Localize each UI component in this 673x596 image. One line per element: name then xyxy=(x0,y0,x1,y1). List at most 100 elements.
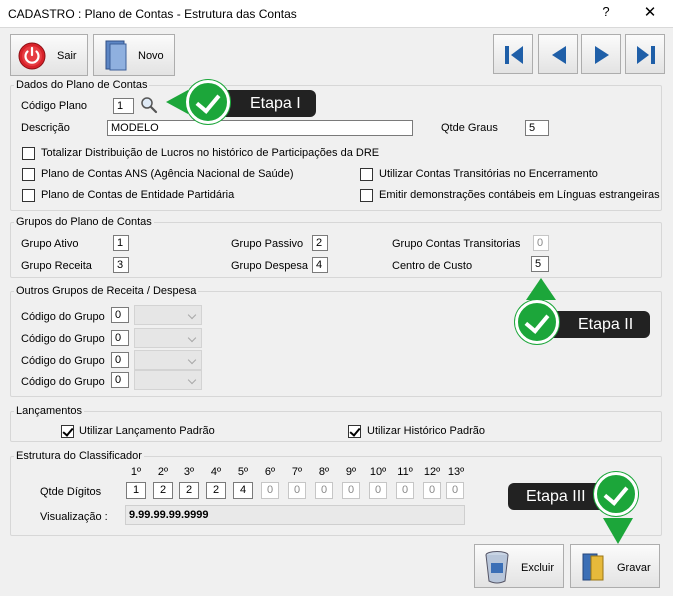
totalizar-checkbox[interactable] xyxy=(22,147,35,160)
grupo-passivo-input[interactable]: 2 xyxy=(312,235,328,251)
ordinal-label: 5º xyxy=(237,466,249,478)
search-icon[interactable] xyxy=(140,96,158,114)
ordinal-label: 1º xyxy=(130,466,142,478)
historico-padrao-checkbox[interactable] xyxy=(348,425,361,438)
grupo-select xyxy=(134,370,202,390)
ordinal-label: 4º xyxy=(210,466,222,478)
help-button[interactable]: ? xyxy=(596,4,616,24)
chevron-down-icon xyxy=(187,355,197,365)
contas-transitorias-label: Utilizar Contas Transitórias no Encerram… xyxy=(379,168,598,180)
chevron-down-icon xyxy=(187,333,197,343)
ans-checkbox[interactable] xyxy=(22,168,35,181)
visualizacao-display: 9.99.99.99.9999 xyxy=(125,505,465,525)
descricao-input[interactable]: MODELO xyxy=(107,120,413,136)
callout-arrow-icon xyxy=(166,90,188,114)
grupo-despesa-label: Grupo Despesa xyxy=(231,260,309,272)
lancamento-padrao-checkbox[interactable] xyxy=(61,425,74,438)
historico-padrao-label: Utilizar Histórico Padrão xyxy=(367,425,485,437)
ordinal-label: 13º xyxy=(447,466,465,478)
totalizar-label: Totalizar Distribuição de Lucros no hist… xyxy=(41,147,380,159)
last-record-button[interactable] xyxy=(625,34,665,74)
digit-input: 0 xyxy=(396,482,414,499)
entidade-partidaria-checkbox[interactable] xyxy=(22,189,35,202)
power-icon xyxy=(18,42,46,70)
codigo-grupo-input[interactable]: 0 xyxy=(111,330,129,346)
codigo-grupo-input[interactable]: 0 xyxy=(111,372,129,388)
check-icon xyxy=(186,80,230,124)
ordinal-label: 9º xyxy=(345,466,357,478)
grupo-despesa-input[interactable]: 4 xyxy=(312,257,328,273)
grupo-select xyxy=(134,305,202,325)
title-bar: CADASTRO : Plano de Contas - Estrutura d… xyxy=(0,0,673,28)
codigo-grupo-input[interactable]: 0 xyxy=(111,352,129,368)
new-document-icon xyxy=(105,40,127,71)
previous-icon xyxy=(552,46,566,64)
grupo-passivo-label: Grupo Passivo xyxy=(231,238,304,250)
digit-input: 0 xyxy=(288,482,306,499)
codigo-grupo-label: Código do Grupo xyxy=(21,376,105,388)
centro-custo-label: Centro de Custo xyxy=(392,260,473,272)
linguas-estrangeiras-label: Emitir demonstrações contábeis em Língua… xyxy=(379,189,660,201)
excluir-button[interactable]: Excluir xyxy=(474,544,564,588)
gravar-label: Gravar xyxy=(617,562,651,574)
grupo-select xyxy=(134,350,202,370)
lancamento-padrao-label: Utilizar Lançamento Padrão xyxy=(79,425,215,437)
close-button[interactable]: ✕ xyxy=(640,3,660,23)
grupo-ativo-input[interactable]: 1 xyxy=(113,235,129,251)
entidade-partidaria-label: Plano de Contas de Entidade Partidária xyxy=(41,189,235,201)
grupo-ativo-label: Grupo Ativo xyxy=(21,238,79,250)
estrutura-legend: Estrutura do Classificador xyxy=(14,450,144,462)
ordinal-label: 12º xyxy=(423,466,441,478)
lancamentos-legend: Lançamentos xyxy=(14,405,85,417)
grupos-group xyxy=(10,222,662,278)
digit-input: 0 xyxy=(342,482,360,499)
qtde-digitos-label: Qtde Dígitos xyxy=(40,486,102,498)
codigo-grupo-label: Código do Grupo xyxy=(21,333,105,345)
digit-input: 0 xyxy=(423,482,441,499)
window-title: CADASTRO : Plano de Contas - Estrutura d… xyxy=(8,7,297,21)
novo-button[interactable]: Novo xyxy=(93,34,175,76)
grupo-receita-input[interactable]: 3 xyxy=(113,257,129,273)
digit-input[interactable]: 4 xyxy=(233,482,253,499)
ordinal-label: 2º xyxy=(157,466,169,478)
visualizacao-label: Visualização : xyxy=(40,511,108,523)
prev-record-button[interactable] xyxy=(538,34,578,74)
digit-input: 0 xyxy=(369,482,387,499)
digit-input[interactable]: 2 xyxy=(153,482,173,499)
ordinal-label: 3º xyxy=(183,466,195,478)
contas-transitorias-checkbox[interactable] xyxy=(360,168,373,181)
last-icon xyxy=(637,46,655,64)
first-record-button[interactable] xyxy=(493,34,533,74)
chevron-down-icon xyxy=(187,310,197,320)
dados-legend: Dados do Plano de Contas xyxy=(14,79,150,91)
sair-button[interactable]: Sair xyxy=(10,34,88,76)
descricao-label: Descrição xyxy=(21,122,70,134)
grupo-select xyxy=(134,328,202,348)
outros-group xyxy=(10,291,662,397)
callout-arrow-icon xyxy=(526,278,556,300)
qtde-graus-input[interactable]: 5 xyxy=(525,120,549,136)
check-icon xyxy=(515,300,559,344)
next-icon xyxy=(595,46,609,64)
gravar-button[interactable]: Gravar xyxy=(570,544,660,588)
digit-input[interactable]: 2 xyxy=(206,482,226,499)
digit-input[interactable]: 1 xyxy=(126,482,146,499)
callout-arrow-icon xyxy=(603,518,633,544)
excluir-label: Excluir xyxy=(521,562,555,574)
digit-input[interactable]: 2 xyxy=(179,482,199,499)
ordinal-label: 8º xyxy=(318,466,330,478)
centro-custo-input[interactable]: 5 xyxy=(531,256,549,272)
codigo-grupo-label: Código do Grupo xyxy=(21,311,105,323)
next-record-button[interactable] xyxy=(581,34,621,74)
linguas-estrangeiras-checkbox[interactable] xyxy=(360,189,373,202)
ordinal-label: 10º xyxy=(369,466,387,478)
digit-input: 0 xyxy=(315,482,333,499)
check-icon xyxy=(594,472,638,516)
trash-icon xyxy=(485,551,509,584)
ordinal-label: 7º xyxy=(291,466,303,478)
digit-input: 0 xyxy=(446,482,464,499)
codigo-grupo-input[interactable]: 0 xyxy=(111,307,129,323)
first-icon xyxy=(505,46,523,64)
novo-label: Novo xyxy=(138,50,164,62)
codigo-plano-input[interactable]: 1 xyxy=(113,98,134,114)
